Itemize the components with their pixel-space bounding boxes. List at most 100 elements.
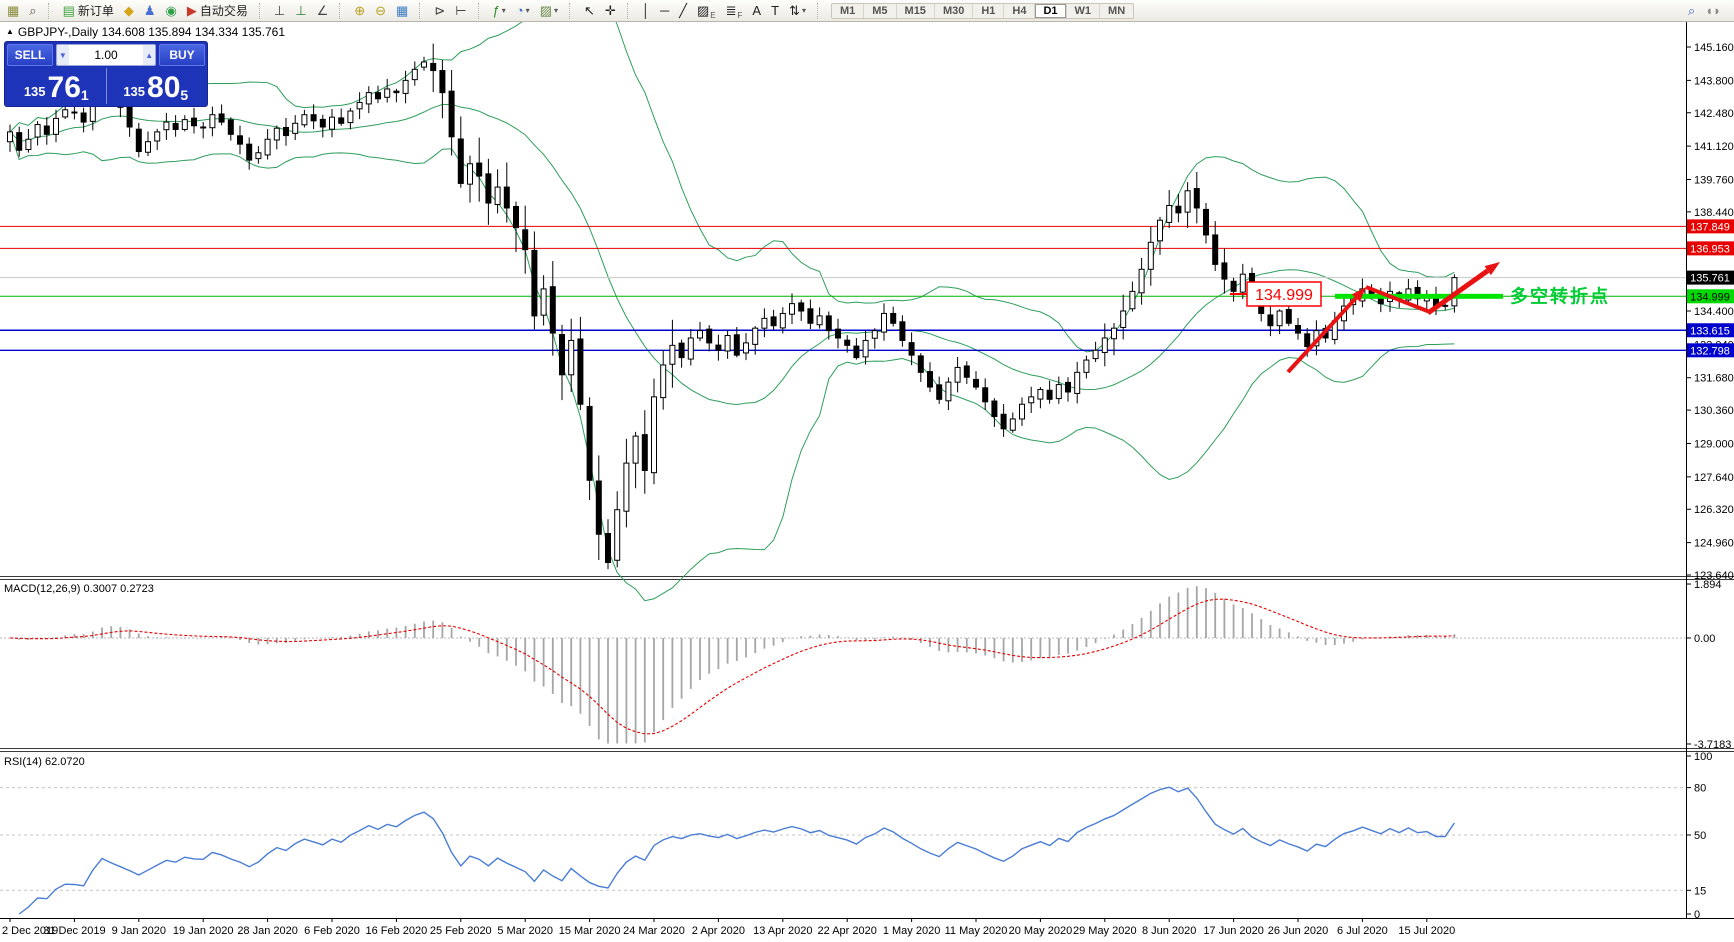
line-chart-icon: ∠ — [316, 2, 329, 18]
timeframe-w1[interactable]: W1 — [1067, 3, 1101, 18]
expert-advisors-button[interactable]: ◆ — [120, 1, 138, 21]
sell-price[interactable]: 135 76 1 — [7, 68, 107, 104]
price-tick-label: 143.800 — [1694, 75, 1734, 87]
date-label: 26 Jun 2020 — [1268, 925, 1329, 937]
candle-body — [1166, 204, 1173, 223]
candle-body — [1230, 280, 1237, 292]
auto-scroll-button[interactable]: ⊳ — [430, 1, 449, 21]
candle-body — [1184, 190, 1191, 213]
timeframe-m1[interactable]: M1 — [832, 3, 865, 18]
autotrading-button[interactable]: ▶ 自动交易 — [183, 1, 252, 21]
candle-body — [375, 92, 381, 100]
candle-body — [292, 122, 299, 134]
chevron-down-icon[interactable]: ▾ — [526, 6, 530, 15]
candle-body — [135, 128, 142, 153]
community-button[interactable]: ◖◗ — [1701, 1, 1725, 21]
timeframe-m30[interactable]: M30 — [935, 3, 974, 18]
candle-body — [862, 339, 869, 358]
candlestick-chart-button[interactable]: ⊥ — [291, 1, 310, 21]
signals-button[interactable]: ◉ — [162, 1, 181, 21]
candle-body — [789, 303, 795, 315]
volume-step-down[interactable]: ▼ — [57, 45, 69, 65]
zoom-out-icon: ⊖ — [375, 2, 387, 18]
bar-chart-icon: ⊥ — [273, 2, 286, 18]
date-label: 6 Jul 2020 — [1337, 925, 1388, 937]
date-label: 24 Mar 2020 — [623, 925, 685, 937]
search-button[interactable]: ⌕ — [1684, 1, 1699, 21]
new-chart-button[interactable]: ▦ — [3, 1, 23, 21]
chart-shift-icon: ⊢ — [455, 2, 467, 18]
templates-button[interactable]: ▨ ▾ — [536, 1, 562, 21]
candle-body — [347, 110, 354, 124]
price-tag-text: 133.615 — [1690, 325, 1730, 337]
candle-body — [1276, 310, 1283, 327]
indicators-button[interactable]: ƒ ▾ — [489, 1, 510, 21]
fibonacci-icon-sub: F — [737, 10, 743, 20]
equidistant-channel-button[interactable]: ▨ E — [693, 1, 720, 21]
candle-body — [540, 288, 547, 316]
volume-step-up[interactable]: ▲ — [143, 45, 155, 65]
candle-body — [485, 173, 492, 204]
candle-body — [430, 62, 437, 72]
price-tick-label: 142.480 — [1694, 108, 1734, 120]
chart-profile-button[interactable]: ⌕ — [25, 1, 40, 21]
candle-body — [7, 131, 13, 143]
arrows-button[interactable]: ⇅ ▾ — [785, 1, 810, 21]
text-button[interactable]: A — [748, 1, 765, 21]
buy-button[interactable]: BUY — [159, 44, 205, 66]
chevron-down-icon[interactable]: ▾ — [502, 6, 506, 15]
trendline-button[interactable]: ╱ — [675, 1, 691, 21]
chart-canvas[interactable]: 多空转折点 134.999 MACD(12,26,9) 0.3007 0.2723 R… — [0, 22, 1734, 942]
tile-windows-button[interactable]: ▦ — [392, 1, 412, 21]
horizontal-line-button[interactable]: ─ — [656, 1, 673, 21]
collapse-arrow-icon[interactable]: ▲ — [6, 27, 14, 36]
toolbar-separator — [816, 2, 823, 19]
line-chart-button[interactable]: ∠ — [313, 1, 333, 21]
candle-body — [733, 334, 740, 356]
cursor-button[interactable]: ↖ — [580, 1, 599, 21]
timeframe-h4[interactable]: H4 — [1004, 3, 1036, 18]
search-icon: ⌕ — [1688, 2, 1696, 18]
candle-body — [43, 125, 50, 135]
periods-button[interactable]: ◔ ▾ — [512, 1, 534, 21]
new-order-button[interactable]: ▤ 新订单 — [59, 1, 118, 21]
toolbar-separator — [47, 2, 54, 19]
fibonacci-button[interactable]: ≣ F — [722, 1, 747, 21]
chevron-down-icon[interactable]: ▾ — [554, 6, 558, 15]
candle-body — [1028, 396, 1035, 404]
price-tick-label: 124.960 — [1694, 538, 1734, 550]
candle-body — [301, 114, 308, 126]
sell-button[interactable]: SELL — [7, 44, 53, 66]
crosshair-button[interactable]: ✛ — [601, 1, 620, 21]
zoom-in-button[interactable]: ⊕ — [350, 1, 369, 21]
buy-price[interactable]: 135 80 5 — [107, 68, 206, 104]
candle-body — [881, 312, 887, 333]
vertical-line-button[interactable]: │ — [638, 1, 654, 21]
date-label: 28 Jan 2020 — [237, 925, 298, 937]
chevron-down-icon[interactable]: ▾ — [802, 6, 806, 15]
price-tick-label: 139.760 — [1694, 174, 1734, 186]
new-order-icon: ▤ — [62, 2, 75, 18]
zoom-out-button[interactable]: ⊖ — [371, 1, 390, 21]
timeframe-h1[interactable]: H1 — [973, 3, 1005, 18]
candle-body — [798, 302, 805, 312]
candle-body — [34, 124, 41, 138]
candle-body — [1046, 389, 1053, 400]
timeframe-m5[interactable]: M5 — [864, 3, 897, 18]
equidistant-channel-icon: ▨ — [696, 2, 710, 18]
timeframe-mn[interactable]: MN — [1100, 4, 1133, 18]
candle-body — [329, 116, 335, 130]
candle-body — [706, 328, 713, 344]
volume-input[interactable] — [68, 45, 144, 65]
timeframe-m15[interactable]: M15 — [897, 3, 935, 18]
date-label: 8 Jun 2020 — [1142, 925, 1196, 937]
market-button[interactable]: ♟ — [140, 1, 160, 21]
candle-body — [365, 92, 372, 105]
sell-price-point: 1 — [80, 87, 89, 103]
timeframe-d1[interactable]: D1 — [1035, 3, 1067, 18]
chart-shift-button[interactable]: ⊢ — [451, 1, 470, 21]
price-tick-label: 130.360 — [1694, 405, 1734, 417]
candle-body — [80, 112, 87, 123]
text-label-button[interactable]: T — [767, 1, 783, 21]
bar-chart-button[interactable]: ⊥ — [270, 1, 289, 21]
